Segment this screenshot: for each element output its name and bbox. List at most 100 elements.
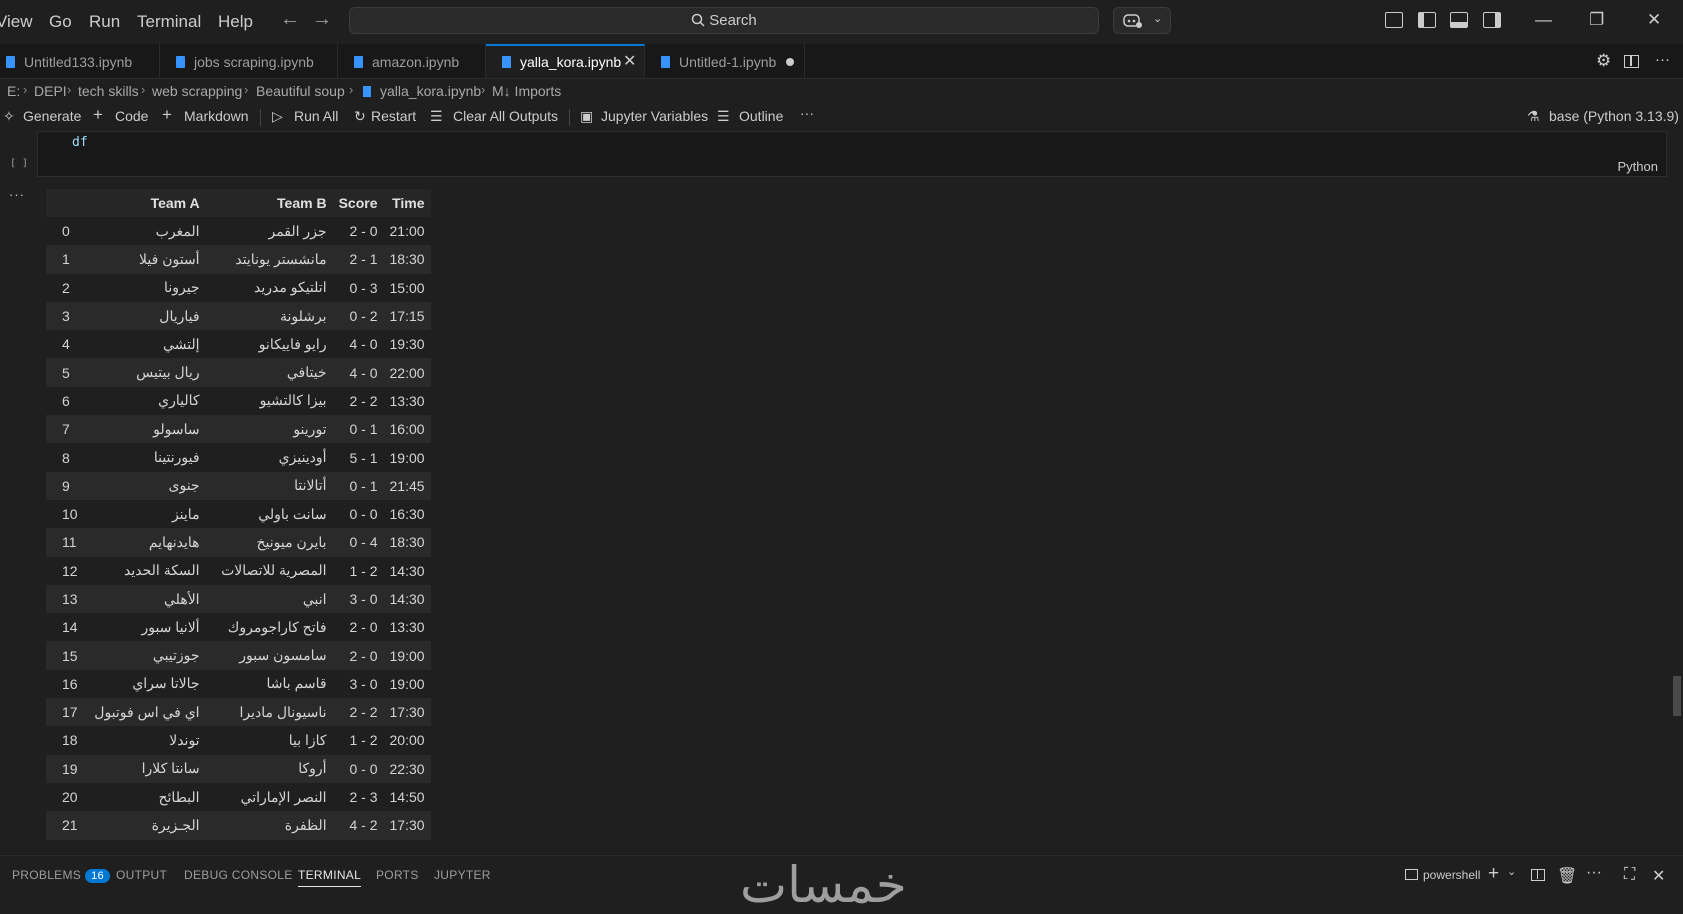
- scrollbar-thumb[interactable]: [1673, 676, 1681, 716]
- breadcrumb-item[interactable]: E:: [7, 83, 20, 99]
- outline-button[interactable]: Outline: [739, 108, 783, 124]
- cell-team-b: بايرن ميونيخ: [205, 528, 333, 557]
- output-more-button[interactable]: ···: [9, 187, 25, 202]
- menu-go[interactable]: Go: [49, 12, 72, 32]
- menu-run[interactable]: Run: [89, 12, 120, 32]
- table-row: 10 ماينز سانت باولي 0 - 0 16:30: [46, 499, 431, 529]
- cell-team-b: ناسيونال ماديرا: [205, 698, 333, 727]
- table-row: 15 جوزتيبي سامسون سبور 2 - 0 19:00: [46, 641, 431, 670]
- cell-time: 19:30: [383, 330, 431, 359]
- toggle-primary-sidebar-icon[interactable]: [1418, 12, 1436, 28]
- cell-code[interactable]: df: [72, 135, 88, 150]
- maximize-panel-icon[interactable]: ⛶: [1624, 866, 1635, 884]
- restore-icon[interactable]: ❐: [1589, 10, 1604, 30]
- breadcrumb-item[interactable]: web scrapping: [152, 83, 242, 99]
- run-all-button[interactable]: Run All: [294, 108, 338, 124]
- menu-help[interactable]: Help: [218, 12, 253, 32]
- unsaved-dot-icon[interactable]: [786, 58, 794, 66]
- new-terminal-icon[interactable]: +: [1488, 863, 1499, 885]
- kernel-picker[interactable]: base (Python 3.13.9): [1549, 108, 1679, 124]
- cell-time: 22:30: [383, 754, 431, 783]
- more-actions-icon[interactable]: ···: [1586, 864, 1602, 882]
- menu-view[interactable]: View: [0, 12, 33, 32]
- restart-button[interactable]: Restart: [371, 108, 416, 124]
- table-row: 7 ساسولو تورينو 0 - 1 16:00: [46, 415, 431, 444]
- back-arrow-icon[interactable]: ←: [280, 8, 300, 31]
- row-index: 7: [46, 415, 84, 444]
- table-row: 12 السكة الحديد المصرية للاتصالات 1 - 2 14:3…: [46, 556, 431, 585]
- bottom-panel: PROBLEMS 16 OUTPUT DEBUG CONSOLE TERMINAL…: [0, 855, 1683, 914]
- copilot-button[interactable]: ⌄: [1113, 7, 1171, 34]
- cell-score: 0 - 4: [332, 528, 384, 557]
- more-toolbar-button[interactable]: ···: [800, 105, 814, 121]
- cell-team-b: سامسون سبور: [205, 641, 333, 670]
- tab-output[interactable]: OUTPUT: [116, 868, 167, 882]
- add-code-button[interactable]: Code: [115, 108, 148, 124]
- column-header: Time: [383, 189, 431, 217]
- breadcrumb-item[interactable]: M↓ Imports: [492, 83, 561, 99]
- tab-amazon[interactable]: amazon.ipynb: [338, 44, 486, 78]
- chevron-right-icon: ›: [141, 82, 146, 97]
- tab-terminal[interactable]: TERMINAL: [298, 868, 362, 887]
- tab-debug-console[interactable]: DEBUG CONSOLE: [184, 868, 293, 882]
- cell-time: 14:50: [383, 782, 431, 812]
- split-editor-icon[interactable]: [1624, 55, 1639, 68]
- cell-team-b: قاسم باشا: [205, 669, 333, 699]
- clear-outputs-icon: ☰: [430, 108, 443, 124]
- row-index: 15: [46, 641, 84, 670]
- gear-icon[interactable]: ⚙: [1596, 51, 1611, 71]
- breadcrumb-item[interactable]: Beautiful soup: [256, 83, 345, 99]
- cell-time: 18:30: [383, 528, 431, 557]
- close-panel-icon[interactable]: ✕: [1652, 866, 1665, 886]
- menu-terminal[interactable]: Terminal: [137, 12, 201, 32]
- breadcrumb-item[interactable]: yalla_kora.ipynb: [380, 83, 481, 99]
- tab-untitled133[interactable]: Untitled133.ipynb: [0, 44, 160, 78]
- cell-score: 2 - 0: [332, 641, 384, 670]
- chevron-down-icon[interactable]: ⌄: [1507, 865, 1516, 878]
- close-tab-icon[interactable]: ✕: [623, 51, 636, 71]
- customize-layout-icon[interactable]: [1385, 12, 1403, 28]
- tab-jupyter[interactable]: JUPYTER: [434, 868, 491, 882]
- cell-team-b: جزر القمر: [205, 217, 333, 246]
- more-actions-icon[interactable]: ···: [1655, 51, 1670, 68]
- generate-button[interactable]: Generate: [23, 108, 81, 124]
- trash-icon[interactable]: 🗑: [1557, 866, 1577, 886]
- cell-language[interactable]: Python: [1618, 159, 1658, 174]
- cell-time: 19:00: [383, 669, 431, 699]
- search-box[interactable]: Search: [349, 7, 1099, 34]
- cell-score: 2 - 0: [332, 217, 384, 246]
- tab-jobs-scraping[interactable]: jobs scraping.ipynb: [160, 44, 338, 78]
- table-row: 5 ريال بيتيس خيتافي 4 - 0 22:00: [46, 358, 431, 387]
- row-index: 19: [46, 754, 84, 783]
- tab-yalla-kora[interactable]: yalla_kora.ipynb ✕: [486, 44, 645, 78]
- table-header-row: Team A Team B Score Time: [46, 189, 431, 217]
- cell-score: 2 - 3: [332, 782, 384, 812]
- toggle-secondary-sidebar-icon[interactable]: [1483, 12, 1501, 28]
- jupyter-variables-button[interactable]: Jupyter Variables: [601, 108, 708, 124]
- cell-time: 21:45: [383, 471, 431, 500]
- tab-untitled-1[interactable]: Untitled-1.ipynb: [645, 44, 805, 78]
- cell-score: 1 - 2: [332, 556, 384, 585]
- cell-time: 16:00: [383, 415, 431, 444]
- add-markdown-button[interactable]: Markdown: [184, 108, 249, 124]
- split-terminal-icon[interactable]: [1531, 869, 1545, 881]
- cell-team-b: رايو فاييكانو: [205, 330, 333, 359]
- tab-problems[interactable]: PROBLEMS 16: [12, 868, 110, 883]
- cell-score: 5 - 1: [332, 443, 384, 472]
- chevron-down-icon[interactable]: ⌄: [1153, 12, 1162, 25]
- minimize-icon[interactable]: —: [1535, 10, 1552, 30]
- cell-time: 17:30: [383, 698, 431, 727]
- tab-ports[interactable]: PORTS: [376, 868, 419, 882]
- cell-time: 15:00: [383, 273, 431, 302]
- close-window-icon[interactable]: ✕: [1647, 10, 1661, 30]
- cell-team-b: سانت باولي: [205, 499, 333, 529]
- clear-all-outputs-button[interactable]: Clear All Outputs: [453, 108, 558, 124]
- cell-team-a: الجـزيرة: [83, 811, 206, 840]
- breadcrumb-item[interactable]: DEPI: [34, 83, 67, 99]
- terminal-name[interactable]: powershell: [1423, 868, 1480, 882]
- forward-arrow-icon[interactable]: →: [312, 8, 332, 31]
- cell-score: 0 - 0: [332, 499, 384, 529]
- code-cell-editor[interactable]: df Python: [37, 131, 1667, 177]
- breadcrumb-item[interactable]: tech skills: [78, 83, 139, 99]
- toggle-panel-icon[interactable]: [1450, 12, 1468, 28]
